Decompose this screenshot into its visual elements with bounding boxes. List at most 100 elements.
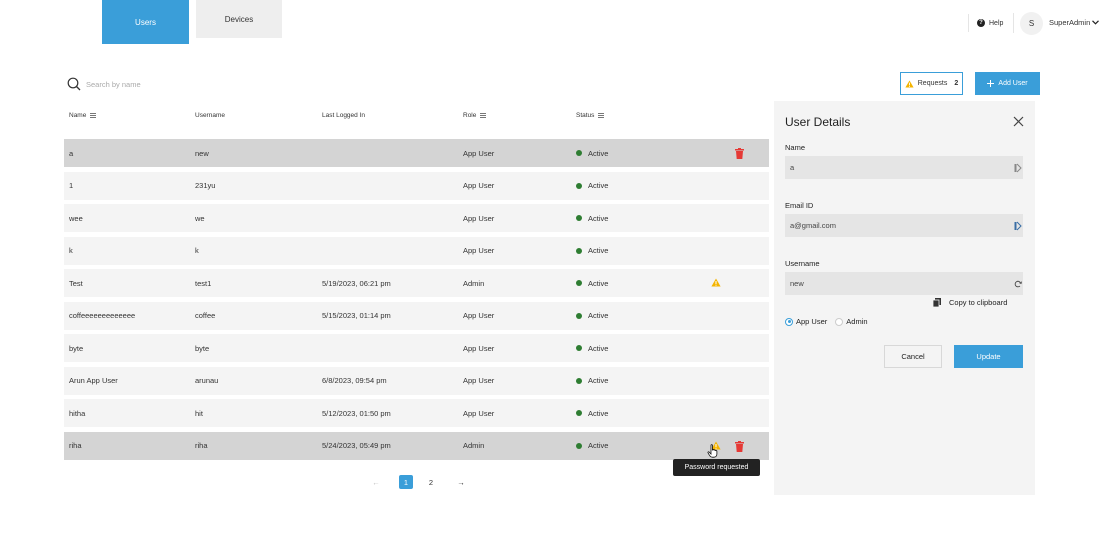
cell-last-logged-in: 5/12/2023, 01:50 pm	[322, 408, 391, 418]
status-dot-icon	[576, 215, 582, 221]
pagination-next[interactable]: →	[455, 475, 467, 489]
plus-icon	[987, 80, 995, 87]
username-label: Username	[785, 259, 820, 268]
status-text: Active	[588, 213, 609, 223]
cell-username: coffee	[195, 311, 216, 320]
cell-username: 231yu	[195, 181, 216, 190]
filter-icon[interactable]	[90, 113, 97, 118]
status-text: Active	[588, 311, 609, 320]
column-header-role[interactable]: Role	[463, 112, 487, 119]
table-row[interactable]: 1 231yu App User Active	[64, 171, 769, 200]
role-radio-app-user[interactable]	[785, 317, 793, 326]
column-header-last-logged-in: Last Logged In	[322, 112, 366, 119]
refresh-icon[interactable]	[1014, 279, 1022, 289]
status-dot-icon	[576, 410, 582, 416]
status-dot-icon	[576, 442, 582, 449]
account-menu[interactable]: SuperAdmin	[1049, 18, 1100, 27]
column-header-status[interactable]: Status	[576, 112, 605, 119]
account-name: SuperAdmin	[1049, 18, 1091, 27]
table-row[interactable]: byte byte App User Active	[64, 334, 769, 362]
status-badge: Active	[576, 204, 608, 232]
copy-to-clipboard-button[interactable]: Copy to clipboard	[933, 298, 1007, 307]
name-field[interactable]	[785, 156, 1023, 179]
cell-role: App User	[463, 376, 495, 385]
requests-count: 2	[954, 80, 959, 87]
update-button[interactable]: Update	[954, 345, 1023, 368]
status-dot-icon	[576, 150, 582, 156]
search-input[interactable]	[86, 76, 346, 92]
help-icon: ?	[977, 19, 985, 27]
status-text: Active	[588, 441, 609, 450]
role-radio-group: App User Admin	[785, 317, 868, 326]
table-row[interactable]: Arun App User arunau 6/8/2023, 09:54 pm App…	[64, 366, 769, 395]
status-badge: Active	[576, 367, 608, 395]
status-badge: Active	[576, 139, 608, 167]
help-label: Help	[989, 19, 1004, 27]
pagination-page-2[interactable]: 2	[425, 475, 437, 489]
cell-name: byte	[69, 343, 84, 353]
cell-last-logged-in: 5/15/2023, 01:14 pm	[322, 311, 391, 320]
status-dot-icon	[576, 247, 582, 254]
status-badge: Active	[576, 269, 608, 297]
cell-username: k	[195, 246, 199, 255]
warning-icon[interactable]	[711, 278, 721, 287]
add-user-button[interactable]: Add User	[975, 72, 1040, 95]
status-text: Active	[588, 148, 609, 158]
cell-name: wee	[69, 213, 83, 223]
column-header-name[interactable]: Name	[69, 112, 97, 119]
status-text: Active	[588, 278, 609, 288]
cell-role: App User	[463, 246, 495, 255]
cell-username: riha	[195, 441, 208, 450]
cell-role: Admin	[463, 278, 485, 288]
add-user-label: Add User	[998, 80, 1028, 87]
table-row[interactable]: riha riha 5/24/2023, 05:49 pm Admin Active	[64, 431, 769, 460]
cancel-button[interactable]: Cancel	[884, 345, 942, 368]
autofill-icon	[1014, 163, 1022, 173]
table-row[interactable]: hitha hit 5/12/2023, 01:50 pm App User Activ…	[64, 399, 769, 427]
status-dot-icon	[576, 312, 582, 319]
cell-username: we	[195, 213, 205, 223]
table-row[interactable]: wee we App User Active	[64, 204, 769, 232]
table-row[interactable]: coffeeeeeeeeeeeee coffee 5/15/2023, 01:14 …	[64, 301, 769, 330]
name-label: Name	[785, 143, 806, 152]
status-text: Active	[588, 343, 609, 353]
role-radio-admin[interactable]	[835, 317, 844, 326]
role-option-app-user-label: App User	[796, 317, 828, 326]
table-row[interactable]: k k App User Active	[64, 236, 769, 265]
email-label: Email ID	[785, 201, 814, 210]
cell-role: App User	[463, 311, 495, 320]
trash-icon[interactable]	[735, 440, 744, 452]
cell-last-logged-in: 6/8/2023, 09:54 pm	[322, 376, 387, 385]
filter-icon[interactable]	[598, 113, 605, 118]
pagination-prev[interactable]: ←	[370, 475, 382, 489]
status-text: Active	[588, 246, 609, 255]
status-dot-icon	[576, 182, 582, 189]
filter-icon[interactable]	[480, 113, 487, 118]
trash-icon[interactable]	[735, 148, 744, 159]
email-field[interactable]	[785, 214, 1023, 237]
requests-button[interactable]: Requests 2	[900, 72, 963, 95]
cell-last-logged-in: 5/19/2023, 06:21 pm	[322, 278, 391, 288]
cell-name: hitha	[69, 408, 86, 418]
tooltip: Password requested	[673, 459, 760, 476]
cell-name: Test	[69, 278, 83, 288]
pagination-page-1[interactable]: 1	[399, 475, 413, 489]
status-badge: Active	[576, 432, 608, 460]
table-row[interactable]: a new App User Active	[64, 139, 769, 167]
username-field[interactable]	[785, 272, 1023, 295]
cell-username: test1	[195, 278, 212, 288]
header-divider	[1013, 13, 1014, 33]
copy-icon	[933, 298, 941, 307]
help-button[interactable]: ? Help	[968, 14, 1003, 32]
close-icon[interactable]	[1013, 116, 1024, 127]
status-badge: Active	[576, 302, 608, 330]
avatar[interactable]: S	[1020, 12, 1043, 35]
cell-name: Arun App User	[69, 376, 118, 385]
table-row[interactable]: Test test1 5/19/2023, 06:21 pm Admin Active	[64, 269, 769, 297]
tab-devices[interactable]: Devices	[196, 0, 282, 38]
status-dot-icon	[576, 345, 582, 351]
search-icon	[67, 77, 81, 91]
tab-users[interactable]: Users	[102, 0, 189, 44]
cell-last-logged-in: 5/24/2023, 05:49 pm	[322, 441, 391, 450]
cell-role: App User	[463, 181, 495, 190]
